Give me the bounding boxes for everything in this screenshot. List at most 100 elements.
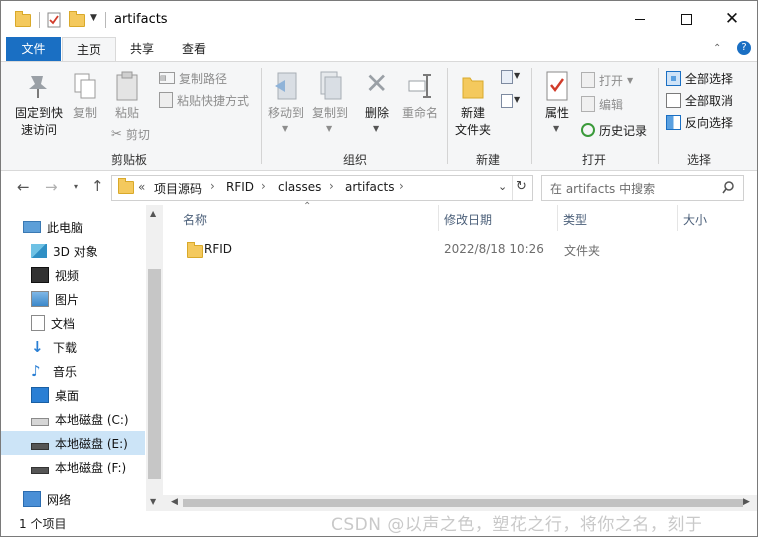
breadcrumb-item[interactable]: classes	[278, 180, 321, 194]
breadcrumb-separator-icon[interactable]: ›	[399, 179, 404, 193]
tab-view[interactable]: 查看	[169, 37, 219, 61]
ribbon-tabs: 文件 主页 共享 查看 ⌃ ?	[1, 37, 757, 63]
select-none-button[interactable]: 全部取消	[666, 90, 733, 110]
dropdown-arrow-icon: ▼	[282, 124, 289, 133]
breadcrumb-separator-icon[interactable]: ›	[329, 179, 334, 193]
invert-selection-button[interactable]: 反向选择	[666, 112, 733, 132]
file-date: 2022/8/18 10:26	[444, 242, 544, 256]
new-folder-icon[interactable]	[69, 11, 85, 27]
easy-access-button[interactable]: ▼	[499, 92, 525, 110]
nav-item[interactable]: 视频	[1, 263, 145, 287]
copy-icon	[74, 73, 96, 99]
nav-item[interactable]: 桌面	[1, 383, 145, 407]
column-divider[interactable]	[677, 205, 678, 231]
nav-item-label: 本地磁盘 (F:)	[55, 460, 127, 475]
paste-shortcut-label: 粘贴快捷方式	[177, 93, 250, 108]
column-header-size[interactable]: 大小	[683, 211, 707, 228]
new-folder-button[interactable]: 新建 文件夹	[451, 66, 495, 142]
refresh-button[interactable]: ↻	[516, 179, 527, 194]
collapse-ribbon-icon[interactable]: ⌃	[713, 43, 721, 54]
nav-item-label: 音乐	[53, 364, 78, 379]
maximize-button[interactable]	[663, 3, 709, 35]
nav-scrollbar[interactable]: ▲ ▼	[146, 205, 163, 511]
edit-label: 编辑	[599, 97, 624, 112]
rename-button[interactable]: 重命名	[399, 66, 441, 126]
paste-shortcut-button[interactable]: 粘贴快捷方式	[159, 90, 249, 110]
drive-c-icon	[31, 418, 49, 426]
nav-item-label: 下载	[53, 340, 78, 355]
breadcrumb-item[interactable]: artifacts	[345, 180, 394, 194]
new-folder-label-2: 文件夹	[454, 123, 491, 137]
tab-file[interactable]: 文件	[6, 37, 61, 61]
horizontal-scrollbar[interactable]: ◀ ▶	[163, 495, 757, 511]
nav-item[interactable]: 网络	[1, 487, 145, 511]
folder-icon	[15, 11, 31, 27]
dropdown-arrow-icon: ▼	[514, 71, 521, 80]
move-to-button[interactable]: 移动到 ▼	[265, 66, 307, 136]
dropdown-arrow-icon: ▼	[553, 124, 560, 133]
nav-item[interactable]: ♪ 音乐	[1, 359, 145, 383]
open-button[interactable]: 打开 ▼	[581, 70, 633, 90]
pin-quick-access-button[interactable]: 固定到快 速访问	[9, 66, 69, 142]
nav-item[interactable]: 文档	[1, 311, 145, 335]
edit-button[interactable]: 编辑	[581, 94, 623, 114]
column-header-type[interactable]: 类型	[563, 211, 587, 228]
nav-item[interactable]: ↓ 下载	[1, 335, 145, 359]
breadcrumb-item[interactable]: 项目源码	[154, 180, 202, 197]
delete-button[interactable]: ✕ 删除 ▼	[359, 66, 395, 136]
address-bar[interactable]: « 项目源码 › RFID › classes › artifacts › ⌄ …	[111, 175, 533, 201]
tab-home[interactable]: 主页	[62, 37, 116, 63]
nav-item[interactable]: 此电脑	[1, 215, 145, 239]
history-button[interactable]: 历史记录	[581, 120, 647, 140]
copy-to-button[interactable]: 复制到 ▼	[309, 66, 351, 136]
qat-dropdown-icon[interactable]: ▼	[90, 13, 97, 23]
forward-button[interactable]: →	[45, 178, 58, 196]
tab-share[interactable]: 共享	[117, 37, 167, 61]
column-divider[interactable]	[438, 205, 439, 231]
properties-button[interactable]: 属性 ▼	[537, 66, 577, 136]
file-name[interactable]: RFID	[204, 242, 232, 256]
column-header-date[interactable]: 修改日期	[444, 211, 492, 228]
back-button[interactable]: ←	[17, 178, 30, 196]
close-button[interactable]: ✕	[709, 3, 755, 35]
scroll-right-icon[interactable]: ▶	[743, 497, 750, 507]
new-item-button[interactable]: ▼	[499, 68, 525, 86]
properties-checkbox-icon[interactable]	[47, 12, 61, 28]
close-icon: ✕	[724, 9, 740, 29]
scroll-up-icon[interactable]: ▲	[150, 209, 156, 218]
history-icon	[581, 123, 595, 137]
minimize-button[interactable]	[617, 3, 663, 35]
paste-button[interactable]: 粘贴	[107, 66, 147, 126]
recent-locations-button[interactable]: ▾	[74, 182, 78, 191]
pin-label-2: 速访问	[20, 123, 57, 137]
copy-path-button[interactable]: ▤ 复制路径	[159, 68, 227, 88]
new-folder-label: 新建	[460, 106, 485, 120]
nav-item[interactable]: 本地磁盘 (E:)	[1, 431, 145, 455]
help-icon[interactable]: ?	[737, 41, 751, 55]
invert-selection-icon	[666, 114, 681, 130]
breadcrumb-item[interactable]: RFID	[226, 180, 254, 194]
column-header-name[interactable]: 名称	[183, 211, 207, 228]
copy-button[interactable]: 复制	[65, 66, 105, 126]
nav-item[interactable]: 本地磁盘 (C:)	[1, 407, 145, 431]
nav-scroll-thumb[interactable]	[148, 269, 161, 479]
up-button[interactable]: ↑	[91, 177, 104, 195]
nav-item[interactable]: 3D 对象	[1, 239, 145, 263]
cut-button[interactable]: ✂ 剪切	[111, 124, 150, 144]
up-arrow-icon: ↑	[91, 177, 104, 195]
horizontal-scroll-thumb[interactable]	[183, 499, 743, 507]
scroll-left-icon[interactable]: ◀	[171, 497, 178, 507]
select-all-button[interactable]: 全部选择	[666, 68, 733, 88]
overflow-chevron[interactable]: «	[138, 180, 145, 194]
column-divider[interactable]	[557, 205, 558, 231]
breadcrumb-separator-icon[interactable]: ›	[261, 179, 266, 193]
scroll-down-icon[interactable]: ▼	[150, 497, 156, 506]
breadcrumb-separator-icon[interactable]: ›	[210, 179, 215, 193]
file-row[interactable]: RFID 2022/8/18 10:26 文件夹	[179, 239, 739, 261]
search-input[interactable]: 在 artifacts 中搜索	[550, 180, 655, 197]
nav-item[interactable]: 本地磁盘 (F:)	[1, 455, 145, 479]
search-box[interactable]: 在 artifacts 中搜索	[541, 175, 744, 201]
address-history-button[interactable]: ⌄	[498, 180, 507, 193]
nav-item[interactable]: 图片	[1, 287, 145, 311]
search-icon[interactable]	[722, 181, 735, 194]
